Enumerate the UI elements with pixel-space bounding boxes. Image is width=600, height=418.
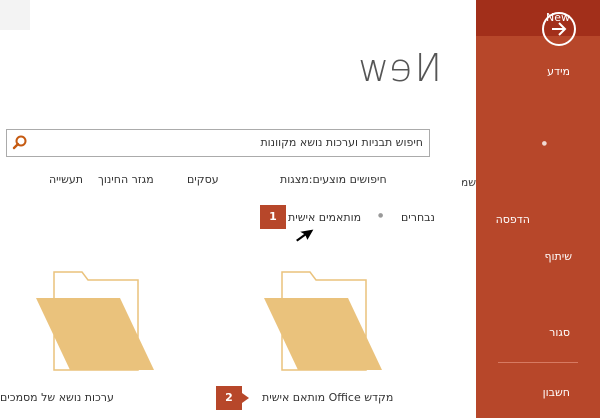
suggested-link-presentations[interactable]: מצגות — [280, 173, 309, 186]
suggested-link-industry[interactable]: תעשייה — [49, 173, 83, 186]
search-icon[interactable] — [11, 134, 29, 152]
page-title: New — [356, 46, 442, 90]
suggested-link-education[interactable]: מגזר החינוך — [98, 173, 154, 186]
folder-icon[interactable] — [34, 266, 156, 378]
nav-divider — [498, 362, 578, 363]
callout-arrow — [242, 393, 249, 403]
nav-account[interactable]: חשבון — [543, 386, 570, 399]
callout-badge-2: 2 — [216, 386, 249, 410]
template-search-box[interactable]: חיפוש תבניות וערכות נושא מקוונות — [6, 129, 430, 157]
nav-new-label: New — [546, 11, 570, 24]
tab-separator: ● — [378, 212, 384, 219]
nav-new[interactable]: New — [476, 0, 600, 36]
nav-info[interactable]: מידע — [547, 65, 570, 78]
callout-2-label: 2 — [225, 391, 233, 404]
nav-share[interactable]: שיתוף — [544, 250, 572, 263]
nav-separator-dot: ● — [541, 140, 547, 147]
mouse-cursor-icon — [295, 228, 315, 243]
suggested-searches-label: חיפושים מוצעים:מצגות — [280, 173, 387, 186]
nav-save-partial[interactable]: שמ — [462, 176, 476, 189]
tab-featured[interactable]: נבחרים — [401, 211, 435, 224]
backstage-sidebar: מידע New ● הדפסה שיתוף סגור חשבון — [476, 0, 600, 418]
search-input[interactable]: חיפוש תבניות וערכות נושא מקוונות — [260, 136, 423, 149]
suggested-link-business[interactable]: עסקים — [187, 173, 219, 186]
tile-caption-document-themes[interactable]: ערכות נושא של מסמכים — [0, 391, 114, 404]
tile-caption-custom-office[interactable]: מקדש Office מותאם אישית — [262, 391, 393, 404]
nav-close[interactable]: סגור — [549, 326, 570, 339]
suggested-label: חיפושים מוצעים: — [308, 173, 387, 186]
folder-icon[interactable] — [262, 266, 384, 378]
nav-print[interactable]: הדפסה — [496, 213, 530, 226]
callout-badge-1: 1 — [260, 205, 286, 229]
window-corner — [0, 0, 30, 30]
